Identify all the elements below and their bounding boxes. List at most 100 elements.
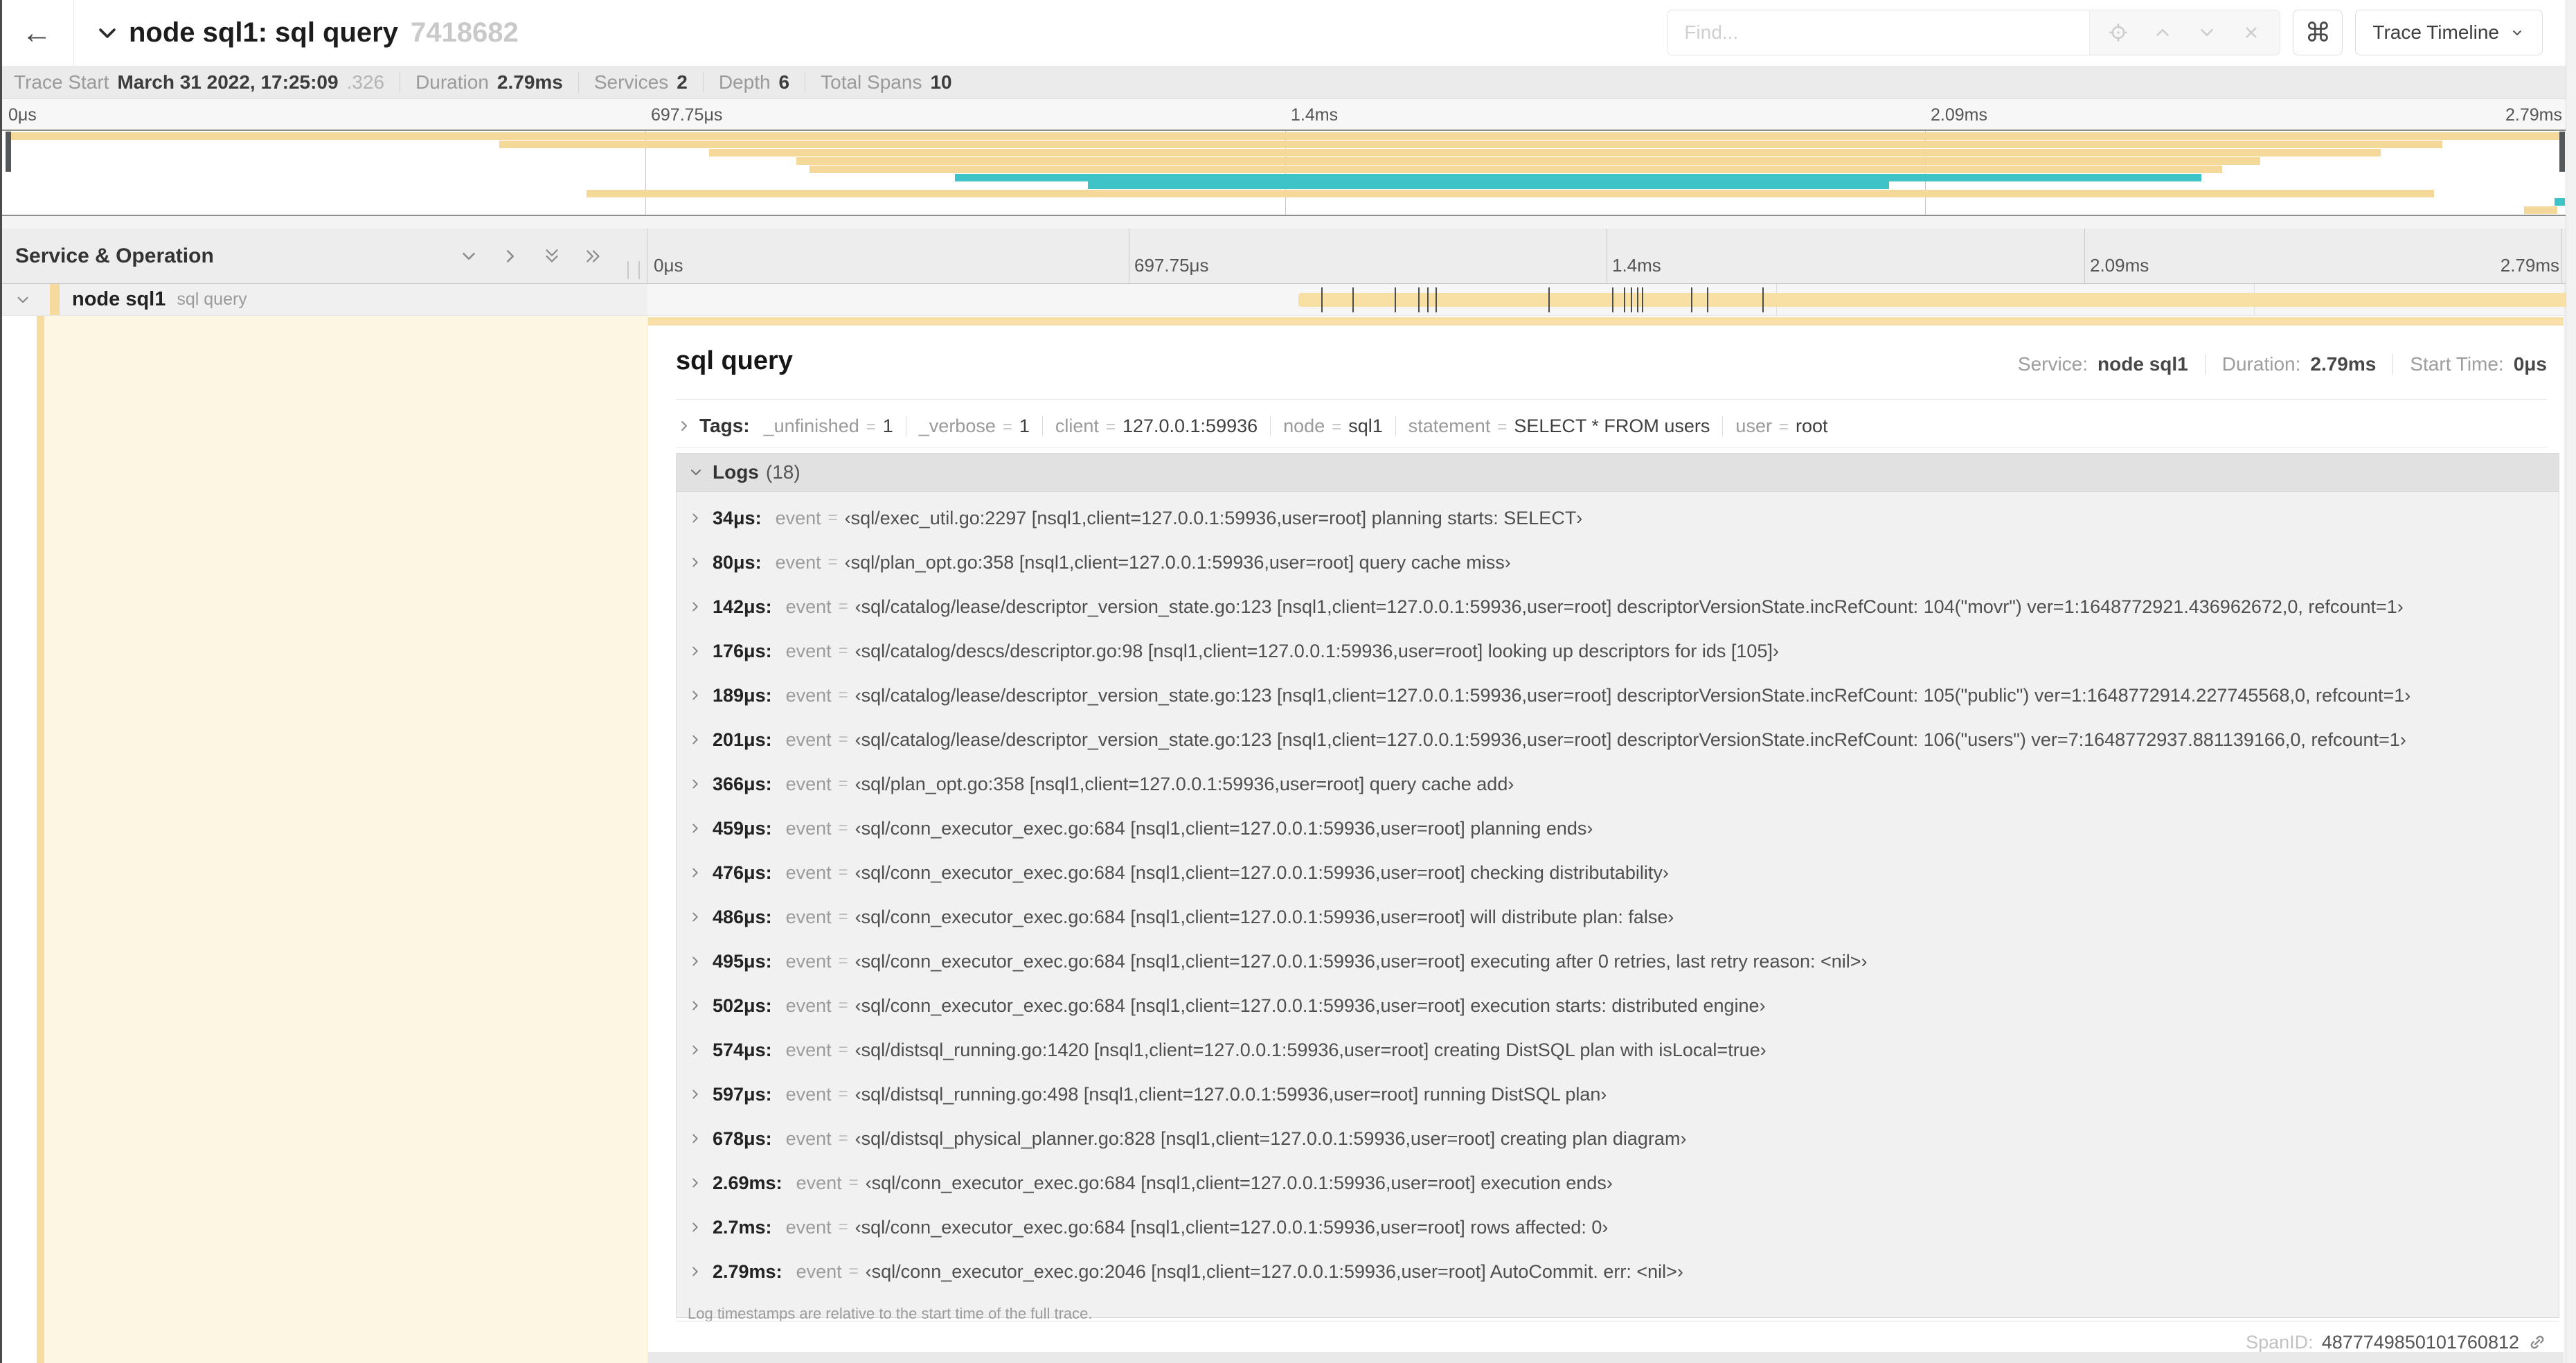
log-marker-tick[interactable] [1630,287,1632,312]
log-marker-tick[interactable] [1426,287,1429,312]
span-row[interactable]: node sql1 sql query [0,284,2576,316]
log-equals: = [838,730,848,749]
chevron-right-icon[interactable] [676,418,692,434]
back-button[interactable]: ← [0,0,74,66]
log-entry-row[interactable]: 502μs: event = ‹sql/conn_executor_exec.go:6… [677,983,2559,1028]
log-marker-tick[interactable] [1395,287,1397,312]
log-entry-row[interactable]: 34μs: event = ‹sql/exec_util.go:2297 [nsql1… [677,496,2559,540]
expand-all-icon[interactable] [583,246,604,267]
chevron-right-icon[interactable] [688,1087,703,1102]
chevron-right-icon[interactable] [688,1220,703,1235]
minimap-right-drag-handle[interactable] [2559,132,2565,172]
span-row-track[interactable] [647,284,2576,315]
column-resizer-handle[interactable] [627,261,640,279]
tags-accordion[interactable]: Tags: _unfinished = 1 _verbose = 1 client = 127.… [676,404,2547,448]
chevron-right-icon[interactable] [688,1042,703,1058]
log-marker-tick[interactable] [1623,287,1625,312]
log-marker-tick[interactable] [1435,287,1437,312]
tag-equals: = [1002,417,1012,436]
log-entry-row[interactable]: 495μs: event = ‹sql/conn_executor_exec.go:6… [677,939,2559,983]
vertical-scrollbar[interactable] [2566,0,2576,1363]
chevron-right-icon[interactable] [688,555,703,570]
log-field-key: event [785,817,832,839]
chevron-right-icon[interactable] [688,1131,703,1146]
timeline-tick-label: 1.4ms [1291,105,1339,125]
log-marker-tick[interactable] [1636,287,1638,312]
chevron-down-icon[interactable] [14,291,32,309]
chevron-right-icon[interactable] [688,865,703,880]
log-entry-row[interactable]: 366μs: event = ‹sql/plan_opt.go:358 [nsql1,… [677,762,2559,806]
log-marker-tick[interactable] [1612,287,1614,312]
log-marker-tick[interactable] [1418,287,1420,312]
caret-down-icon [2513,30,2521,35]
collapse-all-icon[interactable] [542,246,562,267]
log-entry-row[interactable]: 486μs: event = ‹sql/conn_executor_exec.go:6… [677,895,2559,939]
log-field-value: ‹sql/conn_executor_exec.go:2046 [nsql1,c… [865,1260,1683,1282]
chevron-right-icon[interactable] [688,954,703,969]
chevron-right-icon[interactable] [688,1175,703,1191]
chevron-down-icon[interactable] [96,21,119,45]
log-marker-tick[interactable] [1706,287,1708,312]
log-entry-row[interactable]: 2.79ms: event = ‹sql/conn_executor_exec.go:… [677,1249,2559,1294]
log-field-key: event [785,729,832,750]
log-entry-row[interactable]: 476μs: event = ‹sql/conn_executor_exec.go:6… [677,850,2559,895]
expand-one-icon[interactable] [500,246,521,267]
log-entry-row[interactable]: 459μs: event = ‹sql/conn_executor_exec.go:6… [677,806,2559,850]
log-entry-row[interactable]: 201μs: event = ‹sql/catalog/lease/descripto… [677,718,2559,762]
chevron-right-icon[interactable] [688,776,703,792]
trace-minimap[interactable] [0,130,2576,216]
chevron-right-icon[interactable] [688,909,703,925]
log-entry-row[interactable]: 678μs: event = ‹sql/distsql_physical_planne… [677,1116,2559,1161]
tag-pill[interactable]: node = sql1 [1283,416,1383,437]
tag-pill[interactable]: user = root [1735,416,1827,437]
log-marker-tick[interactable] [1352,287,1354,312]
minimap-left-drag-handle[interactable] [6,132,11,172]
log-entry-row[interactable]: 574μs: event = ‹sql/distsql_running.go:1420… [677,1028,2559,1072]
clear-search-icon[interactable] [2241,22,2262,43]
locate-icon[interactable] [2108,22,2129,43]
tag-pill[interactable]: statement = SELECT * FROM users [1408,416,1710,437]
tag-equals: = [1497,417,1508,436]
log-marker-tick[interactable] [1548,287,1550,312]
log-timestamp: 34μs: [713,507,762,528]
log-entry-row[interactable]: 80μs: event = ‹sql/plan_opt.go:358 [nsql1,c… [677,540,2559,585]
log-marker-tick[interactable] [1321,287,1323,312]
view-selector-button[interactable]: Trace Timeline [2355,10,2543,55]
log-entry-row[interactable]: 597μs: event = ‹sql/distsql_running.go:498 … [677,1072,2559,1116]
chevron-right-icon[interactable] [688,643,703,659]
chevron-right-icon[interactable] [688,1264,703,1279]
log-entry-row[interactable]: 2.69ms: event = ‹sql/conn_executor_exec.go:… [677,1161,2559,1205]
chevron-down-icon[interactable] [2197,22,2217,43]
logs-header[interactable]: Logs (18) [677,454,2559,492]
chevron-right-icon[interactable] [688,998,703,1013]
find-input[interactable] [1667,10,2090,55]
duration-label: Duration: [2221,353,2301,375]
timeline-tick-label: 697.75μs [651,105,723,125]
log-field-value: ‹sql/catalog/lease/descriptor_version_st… [855,684,2411,706]
tag-pill[interactable]: client = 127.0.0.1:59936 [1055,416,1258,437]
log-field-value: ‹sql/distsql_running.go:1420 [nsql1,clie… [855,1039,1766,1060]
log-entry-row[interactable]: 189μs: event = ‹sql/catalog/lease/descripto… [677,673,2559,718]
chevron-right-icon[interactable] [688,732,703,747]
tag-pill[interactable]: _verbose = 1 [919,416,1030,437]
log-marker-tick[interactable] [1641,287,1643,312]
chevron-right-icon[interactable] [688,688,703,703]
span-duration-bar[interactable] [1298,293,2576,307]
log-entry-row[interactable]: 2.7ms: event = ‹sql/conn_executor_exec.go:6… [677,1205,2559,1249]
link-icon[interactable] [2528,1333,2547,1352]
timeline-gridline [2561,229,2562,283]
chevron-up-icon[interactable] [2152,22,2173,43]
log-entry-row[interactable]: 142μs: event = ‹sql/catalog/lease/descripto… [677,585,2559,629]
log-marker-tick[interactable] [1762,287,1764,312]
chevron-right-icon[interactable] [688,510,703,526]
chevron-right-icon[interactable] [688,821,703,836]
keyboard-shortcuts-button[interactable]: ⌘ [2293,10,2343,55]
collapse-one-icon[interactable] [458,246,479,267]
chevron-right-icon[interactable] [688,599,703,614]
log-marker-tick[interactable] [1690,287,1692,312]
minimap-canvas[interactable] [6,131,2565,215]
log-entry-row[interactable]: 176μs: event = ‹sql/catalog/descs/descripto… [677,629,2559,673]
chevron-down-icon[interactable] [688,464,704,481]
span-row-name-cell[interactable]: node sql1 sql query [0,284,647,315]
tag-pill[interactable]: _unfinished = 1 [764,416,893,437]
